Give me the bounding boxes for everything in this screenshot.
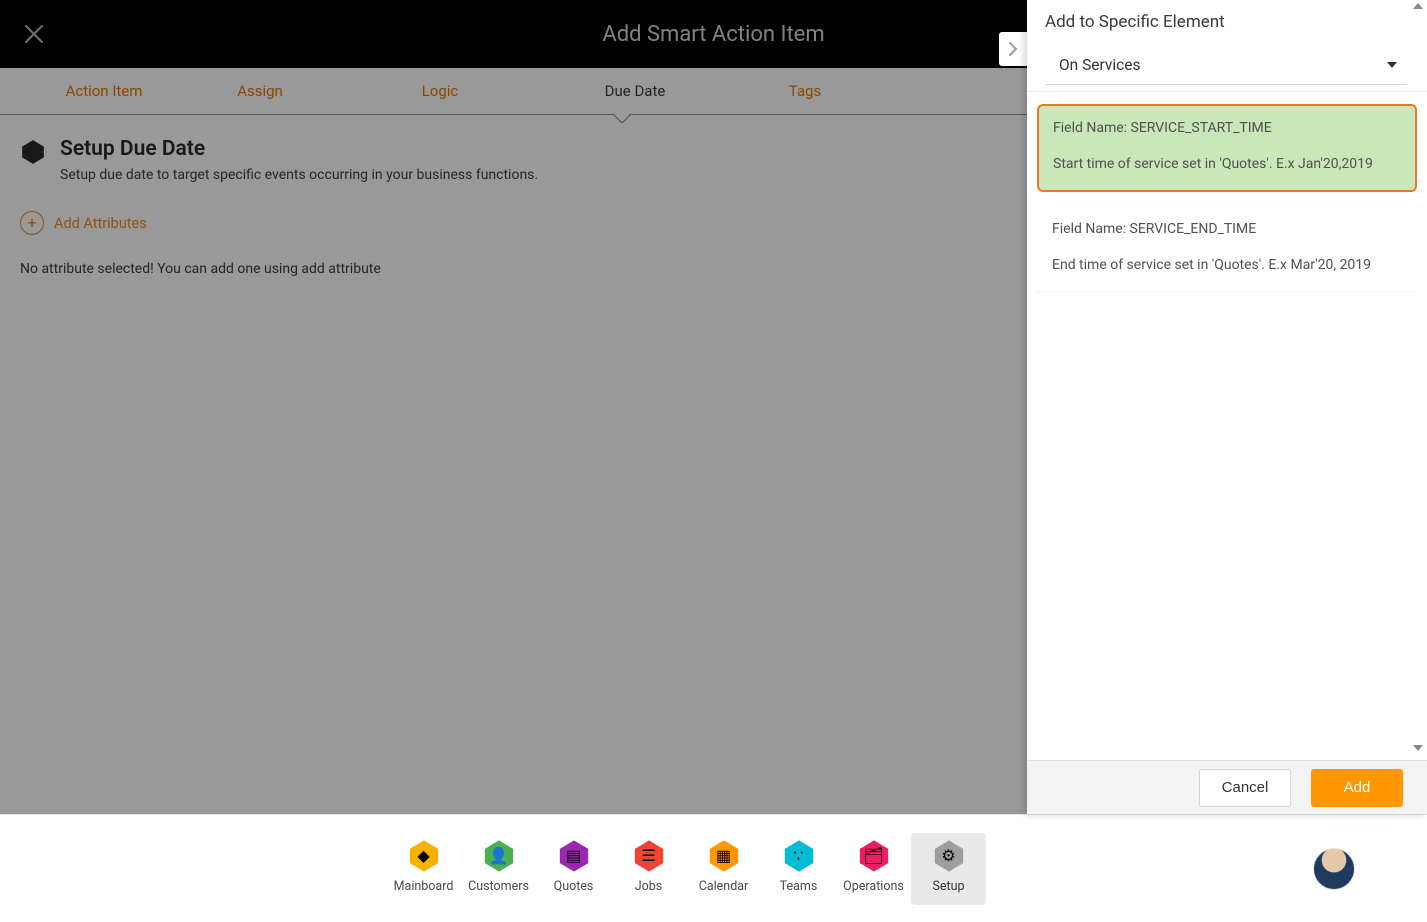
hexagon-icon: 🗂 [857,839,891,873]
close-icon[interactable] [0,0,68,68]
nav-item-jobs[interactable]: ☰ Jobs [611,833,686,905]
nav-item-label: Mainboard [394,879,454,894]
field-name-label: Field Name: SERVICE_END_TIME [1052,221,1402,237]
tab-tags[interactable]: Tags [730,68,880,114]
field-option-service-start-time[interactable]: Field Name: SERVICE_START_TIME Start tim… [1037,104,1417,192]
nav-item-label: Customers [468,879,529,894]
nav-item-calendar[interactable]: ▦ Calendar [686,833,761,905]
footer-nav: ◆ Mainboard 👤 Customers ▤ Quotes ☰ Jobs ▦ Calenda… [0,814,1427,922]
nav-item-quotes[interactable]: ▤ Quotes [536,833,611,905]
active-tab-indicator-icon [613,114,631,123]
nav-item-label: Operations [843,879,904,894]
nav-item-label: Calendar [699,879,749,894]
tab-due-date[interactable]: Due Date [540,68,730,114]
nav-item-label: Quotes [554,879,594,894]
hexagon-icon: ▦ [707,839,741,873]
section-title: Setup Due Date [60,137,538,161]
scroll-up-icon[interactable] [1413,3,1423,9]
hexagon-icon: ▤ [557,839,591,873]
tab-logic[interactable]: Logic [340,68,540,114]
side-panel-title: Add to Specific Element [1045,12,1407,32]
nav-item-teams[interactable]: ∵ Teams [761,833,836,905]
side-panel-footer: Cancel Add [1027,760,1427,814]
nav-item-label: Jobs [635,879,663,894]
field-description: End time of service set in 'Quotes'. E.x… [1052,257,1402,273]
avatar[interactable] [1313,848,1355,890]
nav-item-customers[interactable]: 👤 Customers [461,833,536,905]
hexagon-icon: 👤 [482,839,516,873]
hexagon-icon: ☰ [632,839,666,873]
field-option-list: Field Name: SERVICE_START_TIME Start tim… [1027,92,1427,760]
side-panel: Add to Specific Element On Services Fiel… [1027,0,1427,814]
section-subtitle: Setup due date to target specific events… [60,167,538,183]
dropdown-value: On Services [1059,56,1141,74]
element-type-dropdown[interactable]: On Services [1045,46,1407,85]
tab-assign[interactable]: Assign [180,68,340,114]
nav-item-operations[interactable]: 🗂 Operations [836,833,911,905]
side-panel-toggle[interactable] [999,32,1027,66]
field-name-label: Field Name: SERVICE_START_TIME [1053,120,1401,136]
hexagon-icon: ⚙ [932,839,966,873]
hexagon-icon: ∵ [782,839,816,873]
tab-action-item[interactable]: Action Item [0,68,180,114]
field-description: Start time of service set in 'Quotes'. E… [1053,156,1401,172]
scroll-down-icon[interactable] [1413,745,1423,751]
nav-item-mainboard[interactable]: ◆ Mainboard [386,833,461,905]
nav-item-label: Teams [780,879,818,894]
plus-circle-icon: + [20,211,44,235]
add-button[interactable]: Add [1311,769,1403,807]
hexagon-icon [20,139,46,165]
field-option-service-end-time[interactable]: Field Name: SERVICE_END_TIME End time of… [1037,206,1417,292]
cancel-button[interactable]: Cancel [1199,769,1291,807]
nav-item-setup[interactable]: ⚙ Setup [911,833,986,905]
chevron-down-icon [1387,62,1397,68]
nav-item-label: Setup [932,879,964,894]
hexagon-icon: ◆ [407,839,441,873]
add-attributes-label: Add Attributes [54,215,147,232]
